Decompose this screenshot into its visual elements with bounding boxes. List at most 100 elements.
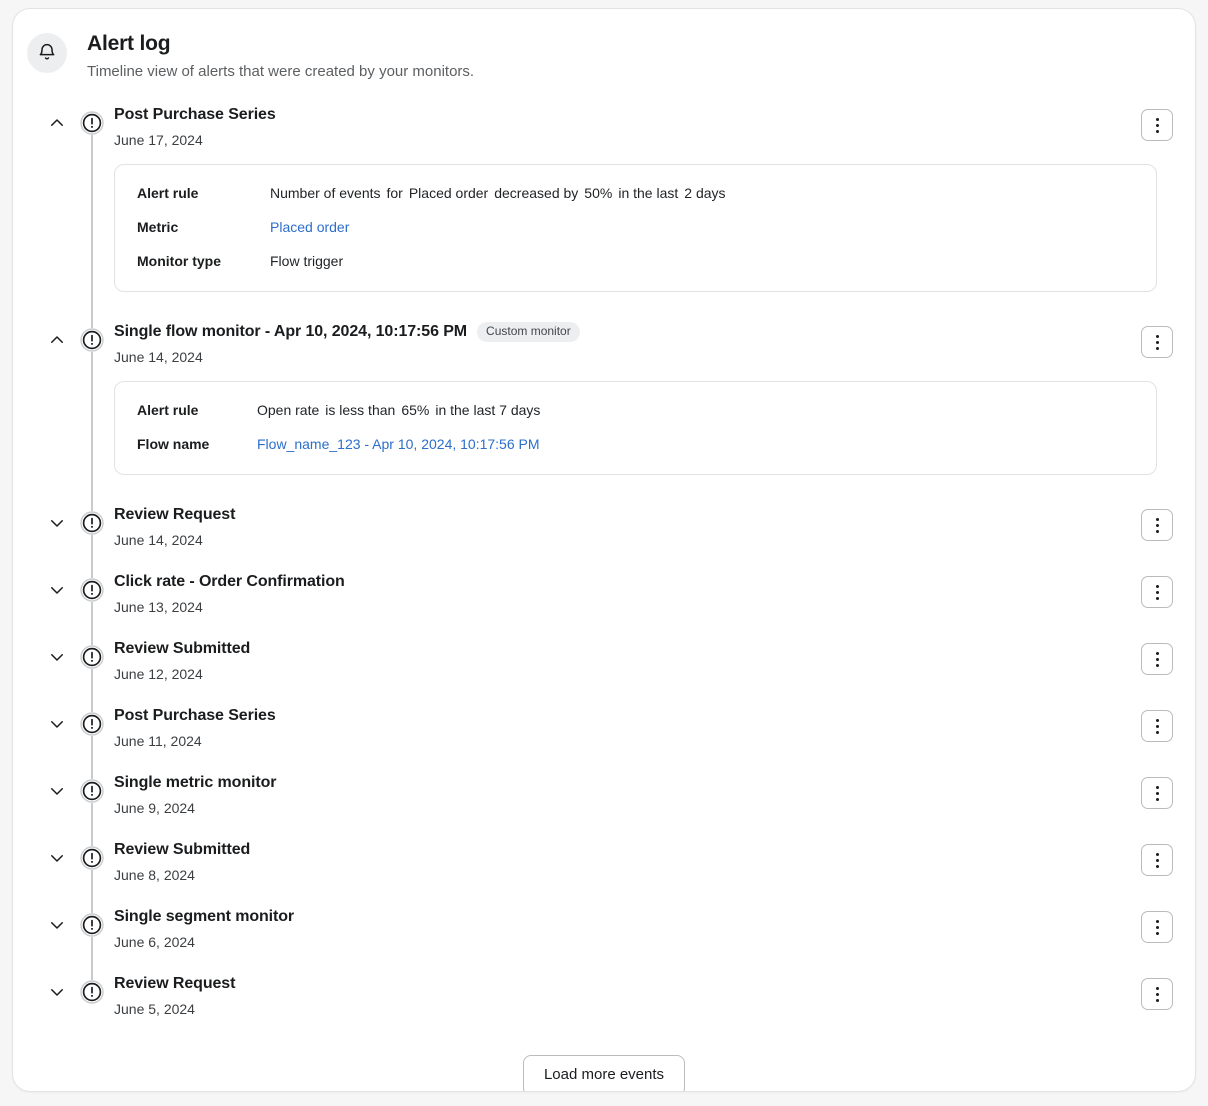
alert-circle-icon	[80, 779, 104, 803]
alert-event-body: Review RequestJune 14, 2024	[114, 503, 1195, 554]
event-spacer	[13, 822, 1195, 838]
alert-event-row: Single metric monitor June 9, 2024	[13, 771, 1195, 822]
chevron-up-icon[interactable]	[46, 112, 68, 134]
alert-event-heading: Review Submitted	[114, 838, 1195, 862]
event-spacer	[13, 479, 1195, 503]
alert-event-heading: Single metric monitor	[114, 771, 1195, 795]
alert-event-row: Post Purchase SeriesJune 17, 2024Alert r…	[13, 103, 1195, 296]
page-root: Alert log Timeline view of alerts that w…	[0, 0, 1208, 1106]
page-subtitle: Timeline view of alerts that were create…	[87, 61, 474, 83]
alert-detail-value: Open rateis less than65%in the last 7 da…	[257, 400, 540, 420]
chevron-down-icon[interactable]	[46, 579, 68, 601]
chevron-down-icon[interactable]	[46, 847, 68, 869]
alert-event-title: Post Purchase Series	[114, 704, 276, 728]
alert-detail-segment: Number of events	[270, 185, 381, 201]
alert-event-title: Post Purchase Series	[114, 103, 276, 127]
alert-detail-panel: Alert ruleNumber of eventsforPlaced orde…	[114, 164, 1157, 292]
card-footer: Load more events	[13, 1055, 1195, 1092]
alert-event-heading: Review Submitted	[114, 637, 1195, 661]
kebab-menu-icon[interactable]	[1141, 844, 1173, 876]
alert-detail-link[interactable]: Placed order	[270, 219, 349, 235]
chevron-down-icon[interactable]	[46, 914, 68, 936]
alert-event-body: Single segment monitor June 6, 2024	[114, 905, 1195, 956]
alert-event-title: Review Request	[114, 972, 235, 996]
kebab-menu-icon[interactable]	[1141, 777, 1173, 809]
alert-detail-segment: Placed order	[409, 185, 488, 201]
alert-event-body: Post Purchase SeriesJune 11, 2024	[114, 704, 1195, 755]
alert-detail-segment: Open rate	[257, 402, 319, 418]
event-spacer	[13, 956, 1195, 972]
alert-event-row: Review Submitted June 8, 2024	[13, 838, 1195, 889]
alert-event-heading: Click rate - Order Confirmation	[114, 570, 1195, 594]
alert-detail-segment: 65%	[401, 402, 429, 418]
alert-event-row: Post Purchase SeriesJune 11, 2024	[13, 704, 1195, 755]
alert-event-title: Review Submitted	[114, 637, 250, 661]
event-spacer	[13, 554, 1195, 570]
alert-event-date: June 17, 2024	[114, 130, 1195, 150]
kebab-menu-icon[interactable]	[1141, 509, 1173, 541]
alert-event-body: Click rate - Order ConfirmationJune 13, …	[114, 570, 1195, 621]
alert-event-row: Single flow monitor - Apr 10, 2024, 10:1…	[13, 320, 1195, 479]
kebab-menu-icon[interactable]	[1141, 326, 1173, 358]
alert-event-row: Review RequestJune 14, 2024	[13, 503, 1195, 554]
alert-event-title: Review Submitted	[114, 838, 250, 862]
alert-detail-row: Flow nameFlow_name_123 - Apr 10, 2024, 1…	[137, 434, 1134, 454]
alert-detail-value[interactable]: Flow_name_123 - Apr 10, 2024, 10:17:56 P…	[257, 434, 540, 454]
alert-detail-segment: 2 days	[684, 185, 725, 201]
alert-detail-segment: Flow trigger	[270, 253, 343, 269]
alert-event-date: June 9, 2024	[114, 798, 1195, 818]
alert-circle-icon	[80, 578, 104, 602]
alert-event-heading: Review Request	[114, 972, 1195, 996]
chevron-down-icon[interactable]	[46, 713, 68, 735]
load-more-events-button[interactable]: Load more events	[523, 1055, 685, 1092]
alert-detail-segment: in the last	[618, 185, 678, 201]
alert-circle-icon	[80, 328, 104, 352]
kebab-menu-icon[interactable]	[1141, 643, 1173, 675]
alert-event-body: Review RequestJune 5, 2024	[114, 972, 1195, 1023]
alert-event-date: June 6, 2024	[114, 932, 1195, 952]
alert-event-heading: Post Purchase Series	[114, 103, 1195, 127]
alert-detail-label: Monitor type	[137, 251, 270, 271]
alert-event-body: Review Submitted June 8, 2024	[114, 838, 1195, 889]
alert-event-date: June 14, 2024	[114, 347, 1195, 367]
status-badge: Custom monitor	[477, 322, 580, 342]
kebab-menu-icon[interactable]	[1141, 576, 1173, 608]
alert-circle-icon	[80, 511, 104, 535]
alert-event-row: Click rate - Order ConfirmationJune 13, …	[13, 570, 1195, 621]
event-spacer	[13, 688, 1195, 704]
page-title: Alert log	[87, 31, 474, 57]
kebab-menu-icon[interactable]	[1141, 911, 1173, 943]
alert-event-title: Single flow monitor - Apr 10, 2024, 10:1…	[114, 320, 467, 344]
alert-circle-icon	[80, 645, 104, 669]
alert-detail-row: Monitor typeFlow trigger	[137, 251, 1134, 271]
kebab-menu-icon[interactable]	[1141, 978, 1173, 1010]
alert-event-title: Click rate - Order Confirmation	[114, 570, 345, 594]
chevron-down-icon[interactable]	[46, 981, 68, 1003]
alert-detail-row: Alert ruleNumber of eventsforPlaced orde…	[137, 183, 1134, 203]
alert-event-title: Single metric monitor	[114, 771, 276, 795]
alert-event-date: June 8, 2024	[114, 865, 1195, 885]
alert-event-row: Single segment monitor June 6, 2024	[13, 905, 1195, 956]
alert-detail-label: Flow name	[137, 434, 257, 454]
alert-timeline: Post Purchase Series June 17, 2024 Alert r…	[13, 103, 1195, 1029]
kebab-menu-icon[interactable]	[1141, 710, 1173, 742]
event-spacer	[13, 621, 1195, 637]
chevron-down-icon[interactable]	[46, 512, 68, 534]
alert-event-body: Review SubmittedJune 12, 2024	[114, 637, 1195, 688]
chevron-down-icon[interactable]	[46, 646, 68, 668]
event-spacer	[13, 889, 1195, 905]
alert-event-heading: Single segment monitor	[114, 905, 1195, 929]
alert-detail-value[interactable]: Placed order	[270, 217, 349, 237]
alert-detail-row: MetricPlaced order	[137, 217, 1134, 237]
alert-detail-segment: for	[387, 185, 403, 201]
bell-icon	[27, 33, 67, 73]
alert-detail-link[interactable]: Flow_name_123 - Apr 10, 2024, 10:17:56 P…	[257, 436, 540, 452]
alert-event-title: Review Request	[114, 503, 235, 527]
alert-event-heading: Review Request	[114, 503, 1195, 527]
chevron-down-icon[interactable]	[46, 780, 68, 802]
chevron-up-icon[interactable]	[46, 329, 68, 351]
alert-detail-label: Alert rule	[137, 400, 257, 420]
alert-detail-row: Alert ruleOpen rateis less than65%in the…	[137, 400, 1134, 420]
kebab-menu-icon[interactable]	[1141, 109, 1173, 141]
alert-circle-icon	[80, 846, 104, 870]
